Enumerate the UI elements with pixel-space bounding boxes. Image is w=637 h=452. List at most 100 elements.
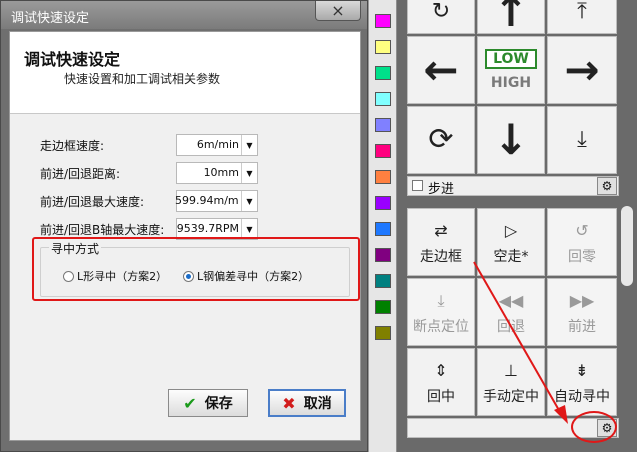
jog-rotate-b-button[interactable]: ⟳ (407, 106, 475, 174)
high-speed-label: HIGH (490, 75, 532, 91)
step-label: 步进 (428, 182, 455, 197)
dialog-header: 调试快速设定 快速设置和加工调试相关参数 (10, 32, 360, 114)
arrow-up-icon: ↑ (493, 0, 529, 36)
arrow-left-icon: ← (423, 45, 459, 94)
layer-color-palette (368, 0, 396, 452)
arrow-right-icon: → (564, 45, 600, 94)
chevron-down-icon[interactable]: ▼ (241, 163, 257, 183)
speed-toggle-button[interactable]: LOW HIGH (477, 36, 545, 104)
action-label: 回退 (497, 319, 525, 335)
frame-speed-combo[interactable]: 6m/min ▼ (176, 134, 258, 156)
home-icon: ↺ (575, 221, 589, 240)
color-swatch[interactable] (375, 222, 391, 236)
action-button[interactable]: ⤓ 断点定位 (407, 278, 475, 346)
color-swatch[interactable] (375, 14, 391, 28)
field-jog-max-speed: 前进/回退最大速度: 599.94m/min ▼ (40, 190, 340, 212)
header-subtitle: 快速设置和加工调试相关参数 (64, 72, 221, 86)
dialog-client-area: 调试快速设定 快速设置和加工调试相关参数 走边框速度: 6m/min ▼ 前进/… (9, 31, 361, 441)
step-bar: 步进 (407, 176, 619, 197)
header-title: 调试快速设定 (24, 50, 121, 69)
field-label: 前进/回退距离: (40, 167, 121, 181)
z-down-icon: ⤓ (577, 127, 587, 152)
jog-z-down-button[interactable]: ⤓ (547, 106, 617, 174)
arrow-down-icon: ↓ (493, 115, 529, 164)
action-button[interactable]: ⇟ 自动寻中 (547, 348, 617, 416)
close-icon: × (331, 1, 345, 20)
dialog-title: 调试快速设定 (11, 11, 90, 26)
checkmark-icon: ✔ (183, 393, 197, 413)
action-button[interactable]: ◀◀ 回退 (477, 278, 545, 346)
color-swatch[interactable] (375, 144, 391, 158)
jog-right-button[interactable]: → (547, 36, 617, 104)
field-label: 走边框速度: (40, 139, 105, 153)
cancel-button[interactable]: ✖ 取消 (268, 389, 346, 417)
action-button[interactable]: ⇕ 回中 (407, 348, 475, 416)
gear-icon[interactable]: ⚙ (597, 177, 617, 195)
control-panel: ↻ ↑ ⤒ ← LOW HIGH → ⟳ ↓ ⤓ 步进 ⚙ ⇄ 走边框 ▷ 空走* ↺ 回… (397, 0, 637, 452)
jog-up-button[interactable]: ↑ (477, 0, 545, 34)
jog-down-button[interactable]: ↓ (477, 106, 545, 174)
combo-value: 9539.7RPM (176, 222, 239, 235)
color-swatch[interactable] (375, 92, 391, 106)
field-frame-speed: 走边框速度: 6m/min ▼ (40, 134, 340, 156)
field-label: 前进/回退最大速度: (40, 195, 145, 209)
action-label: 前进 (568, 319, 596, 335)
action-button[interactable]: ▷ 空走* (477, 208, 545, 276)
annotation-highlight-circle (571, 411, 617, 443)
color-swatch[interactable] (375, 40, 391, 54)
jog-z-up-button[interactable]: ⤒ (547, 0, 617, 34)
field-label: 前进/回退B轴最大速度: (40, 223, 165, 237)
action-button[interactable]: ⊥ 手动定中 (477, 348, 545, 416)
frame-icon: ⇄ (434, 221, 448, 240)
color-swatch[interactable] (375, 274, 391, 288)
low-speed-label: LOW (485, 49, 537, 69)
forward-icon: ▶▶ (569, 291, 595, 310)
color-swatch[interactable] (375, 248, 391, 262)
save-label: 保存 (204, 396, 233, 412)
chevron-down-icon[interactable]: ▼ (241, 135, 257, 155)
action-button[interactable]: ↺ 回零 (547, 208, 617, 276)
rotate-dashed-icon: ⟳ (428, 122, 454, 157)
save-button[interactable]: ✔ 保存 (168, 389, 248, 417)
color-swatch[interactable] (375, 170, 391, 184)
action-button[interactable]: ⇄ 走边框 (407, 208, 475, 276)
combo-value: 599.94m/min (175, 194, 239, 207)
jog-distance-combo[interactable]: 10mm ▼ (176, 162, 258, 184)
color-swatch[interactable] (375, 196, 391, 210)
action-label: 自动寻中 (554, 389, 610, 405)
annotation-highlight-box (32, 237, 360, 301)
action-label: 回中 (427, 389, 455, 405)
color-swatch[interactable] (375, 326, 391, 340)
jog-left-button[interactable]: ← (407, 36, 475, 104)
center-icon: ⇕ (434, 361, 448, 380)
play-icon: ▷ (504, 221, 518, 240)
jog-max-speed-combo[interactable]: 599.94m/min ▼ (175, 190, 258, 212)
close-button[interactable]: × (315, 1, 361, 21)
color-swatch[interactable] (375, 118, 391, 132)
action-label: 空走* (493, 249, 529, 265)
panel-scrollbar[interactable] (621, 206, 633, 286)
rotate-icon: ↻ (431, 0, 451, 24)
manual-center-icon: ⊥ (504, 361, 518, 380)
action-label: 走边框 (420, 249, 462, 265)
combo-value: 6m/min (196, 138, 239, 151)
action-label: 手动定中 (483, 389, 539, 405)
chevron-down-icon[interactable]: ▼ (241, 219, 257, 239)
cross-icon: ✖ (282, 393, 296, 413)
color-swatch[interactable] (375, 66, 391, 80)
color-swatch[interactable] (375, 300, 391, 314)
cancel-label: 取消 (303, 396, 332, 412)
dialog-titlebar[interactable]: 调试快速设定 × (1, 1, 367, 29)
quick-settings-dialog: 调试快速设定 × 调试快速设定 快速设置和加工调试相关参数 走边框速度: 6m/… (0, 0, 368, 452)
jog-rotate-button[interactable]: ↻ (407, 0, 475, 34)
chevron-down-icon[interactable]: ▼ (241, 191, 257, 211)
action-label: 断点定位 (413, 319, 469, 335)
field-jog-distance: 前进/回退距离: 10mm ▼ (40, 162, 340, 184)
auto-center-icon: ⇟ (575, 361, 589, 380)
combo-value: 10mm (203, 166, 239, 179)
step-checkbox[interactable] (412, 180, 423, 191)
action-label: 回零 (568, 249, 596, 265)
action-button[interactable]: ▶▶ 前进 (547, 278, 617, 346)
breakpoint-icon: ⤓ (437, 291, 445, 310)
rewind-icon: ◀◀ (498, 291, 524, 310)
